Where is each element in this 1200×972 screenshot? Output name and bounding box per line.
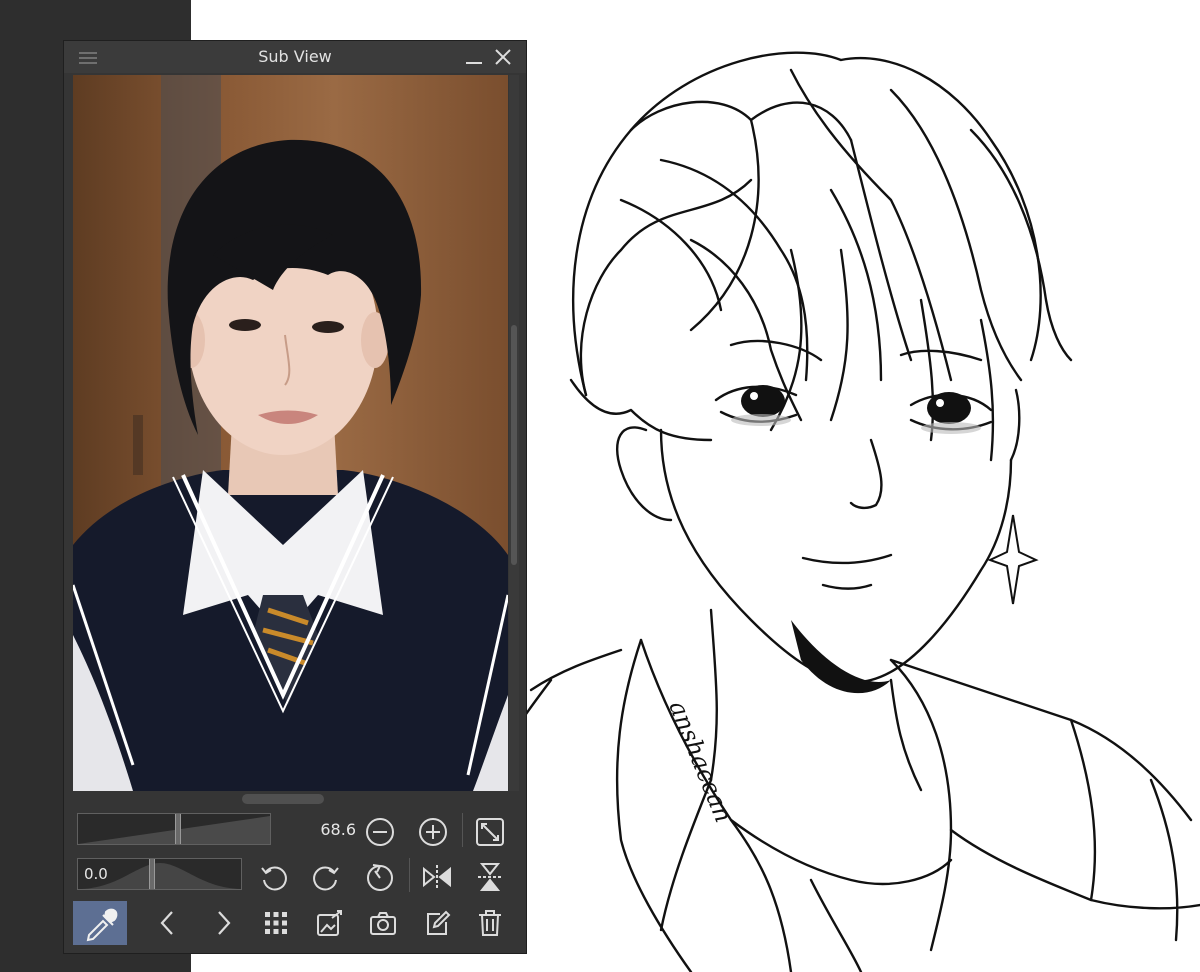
close-icon [495, 49, 511, 65]
delete-button[interactable] [473, 906, 507, 940]
rotate-left-button[interactable] [257, 860, 291, 894]
sub-view-panel: Sub View 68.6 0.0 [63, 40, 527, 954]
rotation-slider[interactable]: 0.0 [77, 858, 242, 890]
fit-to-window-button[interactable] [473, 815, 507, 849]
reset-rotation-button[interactable] [363, 860, 397, 894]
vertical-scrollbar-thumb[interactable] [511, 325, 517, 565]
reference-photo [73, 75, 508, 791]
rotation-slider-handle[interactable] [149, 859, 155, 889]
zoom-slider[interactable] [77, 813, 271, 845]
flip-horizontal-icon [423, 865, 451, 889]
camera-icon [370, 912, 396, 935]
minimize-button[interactable] [463, 47, 485, 67]
rotate-left-icon [261, 866, 287, 891]
vertical-scrollbar[interactable] [509, 75, 519, 791]
trash-icon [479, 910, 501, 936]
sub-view-titlebar[interactable]: Sub View [64, 41, 526, 73]
next-image-button[interactable] [206, 906, 240, 940]
rotation-value: 0.0 [84, 865, 108, 883]
menu-icon[interactable] [79, 50, 97, 64]
zoom-in-icon [419, 818, 447, 846]
flip-vertical-button[interactable] [473, 860, 507, 894]
reference-image[interactable] [73, 75, 508, 791]
import-image-button[interactable] [313, 906, 347, 940]
horizontal-scrollbar-thumb[interactable] [242, 794, 324, 804]
rotate-right-button[interactable] [309, 860, 343, 894]
toolbar-divider [409, 858, 410, 892]
close-button[interactable] [492, 47, 514, 67]
camera-button[interactable] [366, 906, 400, 940]
eyedropper-button[interactable] [73, 901, 127, 945]
flip-vertical-icon [478, 863, 502, 891]
import-image-icon [317, 910, 342, 936]
zoom-in-button[interactable] [416, 815, 450, 849]
previous-icon [160, 911, 173, 935]
toolbar-divider [462, 813, 463, 847]
edit-button[interactable] [420, 906, 454, 940]
rotate-right-icon [313, 866, 339, 891]
zoom-value: 68.6 [320, 820, 356, 839]
next-icon [218, 911, 231, 935]
zoom-out-button[interactable] [363, 815, 397, 849]
eyedropper-icon [86, 908, 118, 942]
grid-icon [265, 912, 287, 934]
image-list-button[interactable] [259, 906, 293, 940]
previous-image-button[interactable] [151, 906, 185, 940]
zoom-out-icon [366, 818, 394, 846]
reset-rotation-icon [367, 864, 393, 891]
minimize-icon [466, 62, 482, 64]
zoom-slider-handle[interactable] [175, 814, 181, 844]
edit-icon [427, 910, 451, 935]
fit-window-icon [476, 818, 504, 846]
panel-title: Sub View [258, 47, 332, 66]
flip-horizontal-button[interactable] [420, 860, 454, 894]
